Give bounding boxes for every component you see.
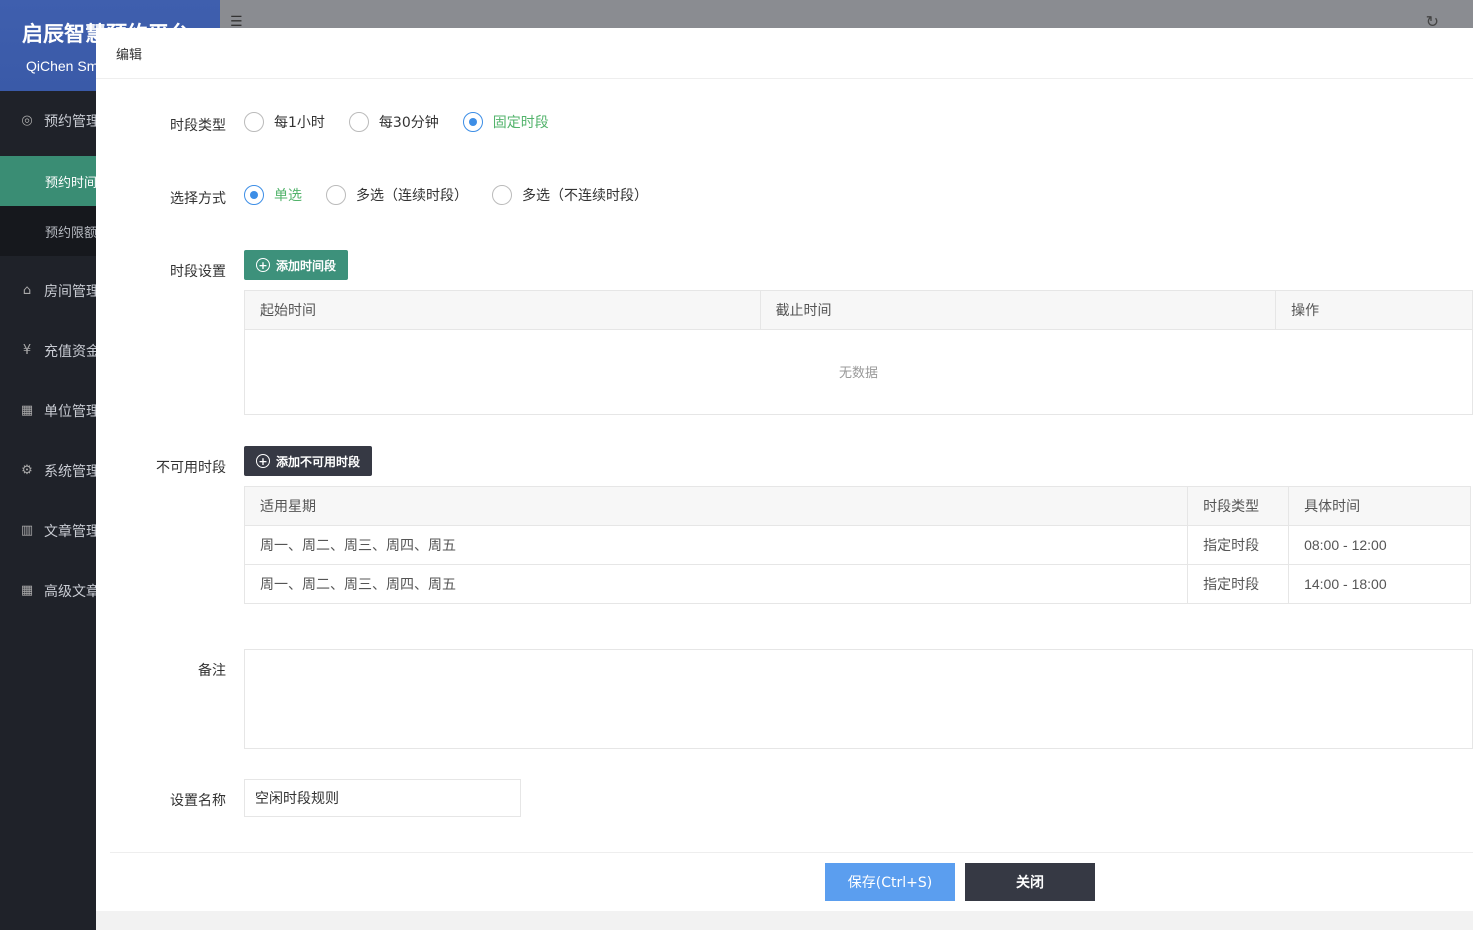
radio-label: 每1小时 <box>274 115 325 131</box>
menu-item-label: 预约管理 <box>44 114 100 130</box>
radio-fixed-period[interactable]: 固定时段 <box>462 112 549 132</box>
submenu-item-label: 预约限额 <box>45 225 98 241</box>
column-header-end: 截止时间 <box>759 290 1277 330</box>
modal-title: 编辑 <box>116 48 143 63</box>
home-icon: ⌂ <box>22 283 32 298</box>
yen-icon: ¥ <box>22 343 32 358</box>
cell-time: 08:00 - 12:00 <box>1288 525 1471 565</box>
column-header-weekdays: 适用星期 <box>243 486 1189 526</box>
table-header-row: 适用星期 时段类型 具体时间 <box>243 486 1471 526</box>
setting-name-label: 设置名称 <box>170 793 226 809</box>
radio-label: 多选（不连续时段） <box>522 188 648 204</box>
radio-circle <box>244 185 264 205</box>
modal-bottom-bar <box>96 911 1473 930</box>
gear-icon: ⚙ <box>21 463 33 478</box>
modal-body: 时段类型 每1小时 每30分钟 固定时段 选择方式 单选 多选（连续时段） 多选… <box>96 79 1473 879</box>
table-header-row: 起始时间 截止时间 操作 <box>244 290 1473 330</box>
cell-time: 14:00 - 18:00 <box>1288 564 1471 604</box>
unavailable-table: 适用星期 时段类型 具体时间 周一、周二、周三、周四、周五 指定时段 08:00… <box>243 486 1471 604</box>
add-unavailable-button[interactable]: + 添加不可用时段 <box>244 446 373 476</box>
book-icon: ▥ <box>20 523 34 538</box>
menu-item-label: 单位管理 <box>44 404 100 420</box>
menu-item-label: 高级文章 <box>44 584 100 600</box>
modal-header: 编辑 <box>96 28 1473 79</box>
menu-item-label: 文章管理 <box>44 524 100 540</box>
menu-item-label: 系统管理 <box>44 464 100 480</box>
menu-item-label: 房间管理 <box>44 284 100 300</box>
eye-icon: ◎ <box>21 113 33 128</box>
remark-label: 备注 <box>198 663 226 679</box>
radio-circle <box>244 112 264 132</box>
setting-name-input[interactable]: 空闲时段规则 <box>244 779 521 817</box>
radio-label: 单选 <box>274 188 302 204</box>
cell-weekdays: 周一、周二、周三、周四、周五 <box>243 564 1189 604</box>
cell-type: 指定时段 <box>1187 525 1290 565</box>
table-row[interactable]: 周一、周二、周三、周四、周五 指定时段 14:00 - 18:00 <box>243 564 1471 604</box>
add-unavailable-button-label: 添加不可用时段 <box>276 454 361 469</box>
add-period-button-label: 添加时间段 <box>276 258 337 273</box>
close-button[interactable]: 关闭 <box>965 863 1095 901</box>
period-type-label: 时段类型 <box>170 118 226 134</box>
radio-multi-discontinuous[interactable]: 多选（不连续时段） <box>492 185 648 205</box>
radio-label: 多选（连续时段） <box>356 188 468 204</box>
footer-divider <box>110 852 1473 853</box>
menu-item-label: 充值资金 <box>44 344 100 360</box>
period-setting-label: 时段设置 <box>170 264 226 280</box>
remark-textarea[interactable] <box>244 649 1473 749</box>
radio-every-30min[interactable]: 每30分钟 <box>348 112 439 132</box>
radio-every-hour[interactable]: 每1小时 <box>244 112 325 132</box>
period-table: 起始时间 截止时间 操作 <box>244 290 1473 330</box>
period-type-radio-group: 每1小时 每30分钟 固定时段 <box>244 112 573 132</box>
app-topbar: ☰ ↻ <box>220 0 1473 31</box>
setting-name-value: 空闲时段规则 <box>255 791 339 807</box>
save-button[interactable]: 保存(Ctrl+S) <box>825 863 955 901</box>
column-header-start: 起始时间 <box>244 290 761 330</box>
empty-text: 无数据 <box>838 366 878 381</box>
building-icon: ▦ <box>20 403 34 418</box>
cell-type: 指定时段 <box>1187 564 1290 604</box>
add-period-button[interactable]: + 添加时间段 <box>244 250 349 280</box>
unavailable-label: 不可用时段 <box>156 460 226 476</box>
empty-state: 无数据 <box>244 329 1473 415</box>
radio-circle <box>492 185 512 205</box>
radio-label: 每30分钟 <box>378 115 439 131</box>
edit-modal: 编辑 时段类型 每1小时 每30分钟 固定时段 选择方式 单选 多选（连续时段）… <box>96 28 1473 930</box>
select-mode-radio-group: 单选 多选（连续时段） 多选（不连续时段） <box>244 185 672 205</box>
radio-circle <box>326 185 346 205</box>
submenu-item-label: 预约时间 <box>45 175 98 191</box>
column-header-time: 具体时间 <box>1288 486 1471 526</box>
select-mode-label: 选择方式 <box>170 191 226 207</box>
plus-circle-icon: + <box>256 258 270 272</box>
column-header-type: 时段类型 <box>1187 486 1290 526</box>
column-header-action: 操作 <box>1275 290 1473 330</box>
radio-circle <box>462 112 483 132</box>
radio-multi-continuous[interactable]: 多选（连续时段） <box>326 185 468 205</box>
cell-weekdays: 周一、周二、周三、周四、周五 <box>243 525 1189 565</box>
radio-label: 固定时段 <box>492 115 549 131</box>
radio-single[interactable]: 单选 <box>244 185 302 205</box>
plus-circle-icon: + <box>256 454 270 468</box>
table-row[interactable]: 周一、周二、周三、周四、周五 指定时段 08:00 - 12:00 <box>243 525 1471 565</box>
building-icon: ▦ <box>20 583 34 598</box>
radio-circle <box>348 112 369 132</box>
